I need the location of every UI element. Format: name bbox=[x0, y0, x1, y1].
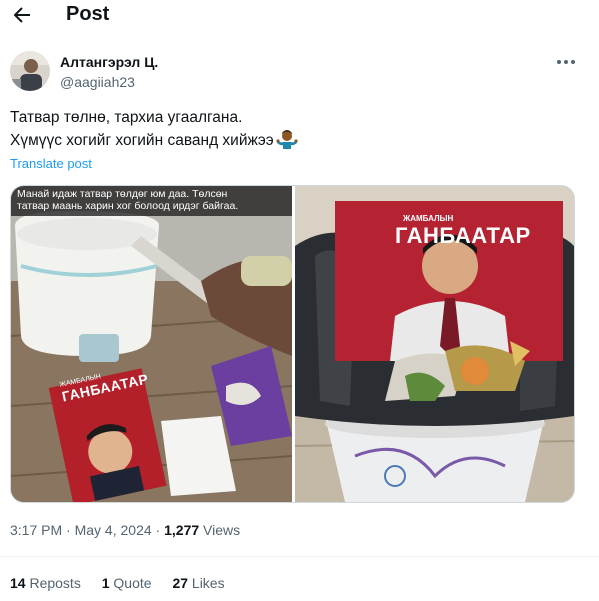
tweet-text: Татвар төлнө, тархиа угаалгана. Хүмүүс х… bbox=[10, 107, 298, 152]
back-arrow-icon[interactable] bbox=[10, 3, 34, 27]
book-right-label: ЖАМБАЛЫН ГАНБААТАР bbox=[395, 214, 531, 249]
timestamp-sep-2: · bbox=[151, 522, 165, 538]
media-grid[interactable]: ЖАМБАЛЫН Манай идаж татвар төлдөг юм даа… bbox=[10, 185, 575, 503]
post-time[interactable]: 3:17 PM bbox=[10, 522, 62, 538]
reposts-count: 14 bbox=[10, 575, 26, 591]
quotes-label: Quote bbox=[109, 575, 152, 591]
tweet-line-2-text: Хүмүүс хогийг хогийн саванд хийжээ bbox=[10, 132, 274, 149]
views-count: 1,277 bbox=[164, 522, 200, 538]
top-bar: Post bbox=[0, 0, 599, 32]
caption-line-1: Манай идаж татвар төлдөг юм даа. Төлсөн bbox=[17, 188, 228, 200]
quotes-stat[interactable]: 1 Quote bbox=[102, 575, 152, 591]
likes-stat[interactable]: 27 Likes bbox=[172, 575, 224, 591]
tweet-line-2: Хүмүүс хогийг хогийн саванд хийжээ bbox=[10, 129, 298, 152]
engagement-stats: 14 Reposts 1 Quote 27 Likes bbox=[10, 575, 242, 591]
book-right-small: ЖАМБАЛЫН bbox=[403, 214, 454, 223]
photo-book-in-trash[interactable]: ЖАМБАЛЫН ГАНБААТАР bbox=[295, 186, 574, 502]
caption-line-2: татвар маань харин хог болоод ирдэг байг… bbox=[17, 200, 239, 212]
person-shrugging-emoji-icon bbox=[276, 130, 298, 149]
author-handle[interactable]: @aagiiah23 bbox=[60, 73, 135, 91]
more-options-icon[interactable] bbox=[553, 52, 579, 72]
post-date[interactable]: May 4, 2024 bbox=[75, 522, 152, 538]
page-title: Post bbox=[66, 3, 110, 25]
translate-post-link[interactable]: Translate post bbox=[10, 156, 92, 171]
post-timestamp: 3:17 PM · May 4, 2024 · 1,277 Views bbox=[10, 522, 240, 538]
reposts-stat[interactable]: 14 Reposts bbox=[10, 575, 81, 591]
photo-trash-bin-floor[interactable]: ЖАМБАЛЫН Манай идаж татвар төлдөг юм даа… bbox=[11, 186, 292, 502]
views-label: Views bbox=[199, 522, 241, 538]
tweet-line-1: Татвар төлнө, тархиа угаалгана. bbox=[10, 109, 243, 126]
image-caption: Манай идаж татвар төлдөг юм даа. Төлсөн … bbox=[11, 186, 292, 216]
author-name[interactable]: Алтангэрэл Ц. bbox=[60, 53, 158, 71]
reposts-label: Reposts bbox=[25, 575, 81, 591]
quotes-count: 1 bbox=[101, 575, 110, 591]
likes-count: 27 bbox=[172, 575, 189, 591]
photo-left-scene bbox=[11, 186, 292, 502]
avatar[interactable] bbox=[10, 51, 50, 91]
book-right-big: ГАНБААТАР bbox=[395, 223, 531, 248]
divider bbox=[0, 556, 599, 557]
likes-label: Likes bbox=[188, 575, 225, 591]
timestamp-sep-1: · bbox=[62, 522, 75, 538]
